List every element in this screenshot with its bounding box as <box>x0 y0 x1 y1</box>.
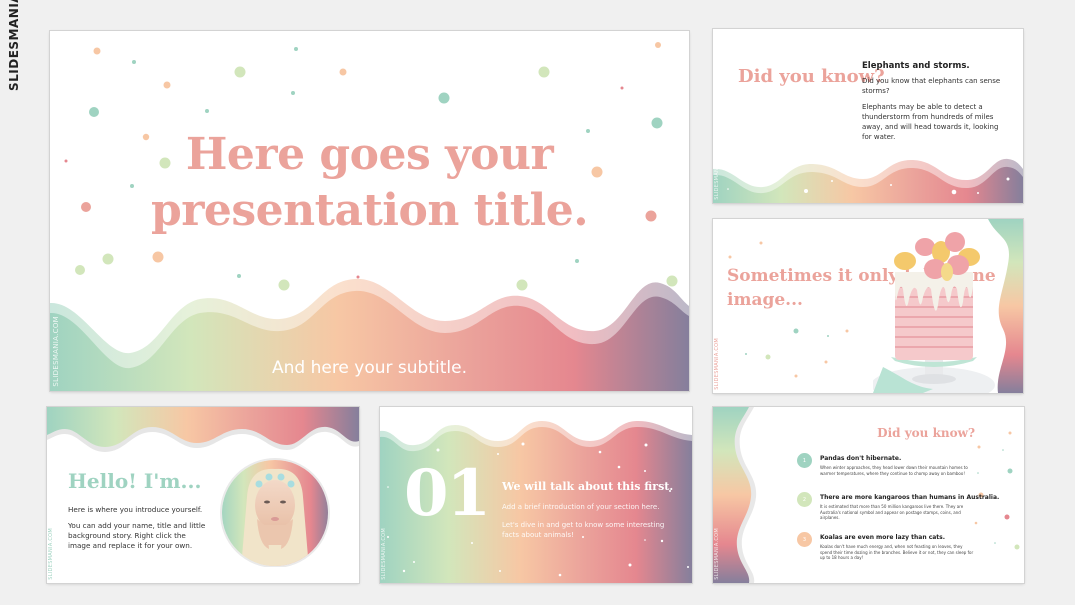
watermark: SLIDESMANIA.COM <box>381 528 387 580</box>
slide-one-image[interactable]: Sometimes it only takes one image... SLI… <box>713 219 1023 393</box>
portrait-image[interactable] <box>219 457 331 567</box>
slide-heading[interactable]: Hello! I'm... <box>68 469 201 493</box>
slide-title[interactable]: Here goes your presentation title. And h… <box>50 31 689 391</box>
watermark: SLIDESMANIA.COM <box>714 338 720 390</box>
slide-did-you-know[interactable]: Did you know? Elephants and storms. Did … <box>713 29 1023 203</box>
watermark: SLIDESMANIA.COM <box>714 148 720 200</box>
fact-heading: Pandas don't hibernate. <box>820 455 902 462</box>
watermark: SLIDESMANIA.COM <box>714 528 720 580</box>
presentation-subtitle[interactable]: And here your subtitle. <box>50 358 689 378</box>
section-paragraph-1[interactable]: Add a brief introduction of your section… <box>502 503 659 511</box>
slide-hello[interactable]: Hello! I'm... Here is where you introduc… <box>47 407 359 583</box>
number-badge: 2 <box>797 492 812 507</box>
slidesmania-logo: SLIDESMANIA <box>7 0 21 92</box>
section-title[interactable]: We will talk about this first. <box>502 480 673 493</box>
fact-paragraph-1[interactable]: Did you know that elephants can sense st… <box>862 76 1007 96</box>
fact-paragraph-2[interactable]: Elephants may be able to detect a thunde… <box>862 102 1007 142</box>
slide-section[interactable]: 01 We will talk about this first. Add a … <box>380 407 692 583</box>
fact-text: It is estimated that more than 50 millio… <box>820 504 964 520</box>
presentation-title[interactable]: Here goes your presentation title. <box>50 127 689 239</box>
number-badge: 1 <box>797 453 812 468</box>
watermark: SLIDESMANIA.COM <box>48 528 54 580</box>
section-number[interactable]: 01 <box>404 459 491 529</box>
confetti-dots <box>974 431 1020 550</box>
slide-heading[interactable]: Did you know? <box>877 426 975 440</box>
fact-heading[interactable]: Elephants and storms. <box>862 61 970 71</box>
watermark: SLIDESMANIA.COM <box>52 316 60 387</box>
fact-text: When winter approaches, they head lower … <box>820 465 968 476</box>
intro-paragraph-1[interactable]: Here is where you introduce yourself. <box>68 505 202 514</box>
number-badge: 3 <box>797 532 812 547</box>
slide-facts[interactable]: Did you know? 1 Pandas don't hibernate. … <box>713 407 1024 583</box>
section-paragraph-2[interactable]: Let's dive in and get to know some inter… <box>502 520 677 540</box>
intro-paragraph-2[interactable]: You can add your name, title and little … <box>68 521 208 551</box>
fact-heading: There are more kangaroos than humans in … <box>820 494 1000 501</box>
cake-image[interactable] <box>873 227 1003 393</box>
fact-text: Koalas don't have much energy and, when … <box>820 544 974 560</box>
fact-heading: Koalas are even more lazy than cats. <box>820 534 946 541</box>
